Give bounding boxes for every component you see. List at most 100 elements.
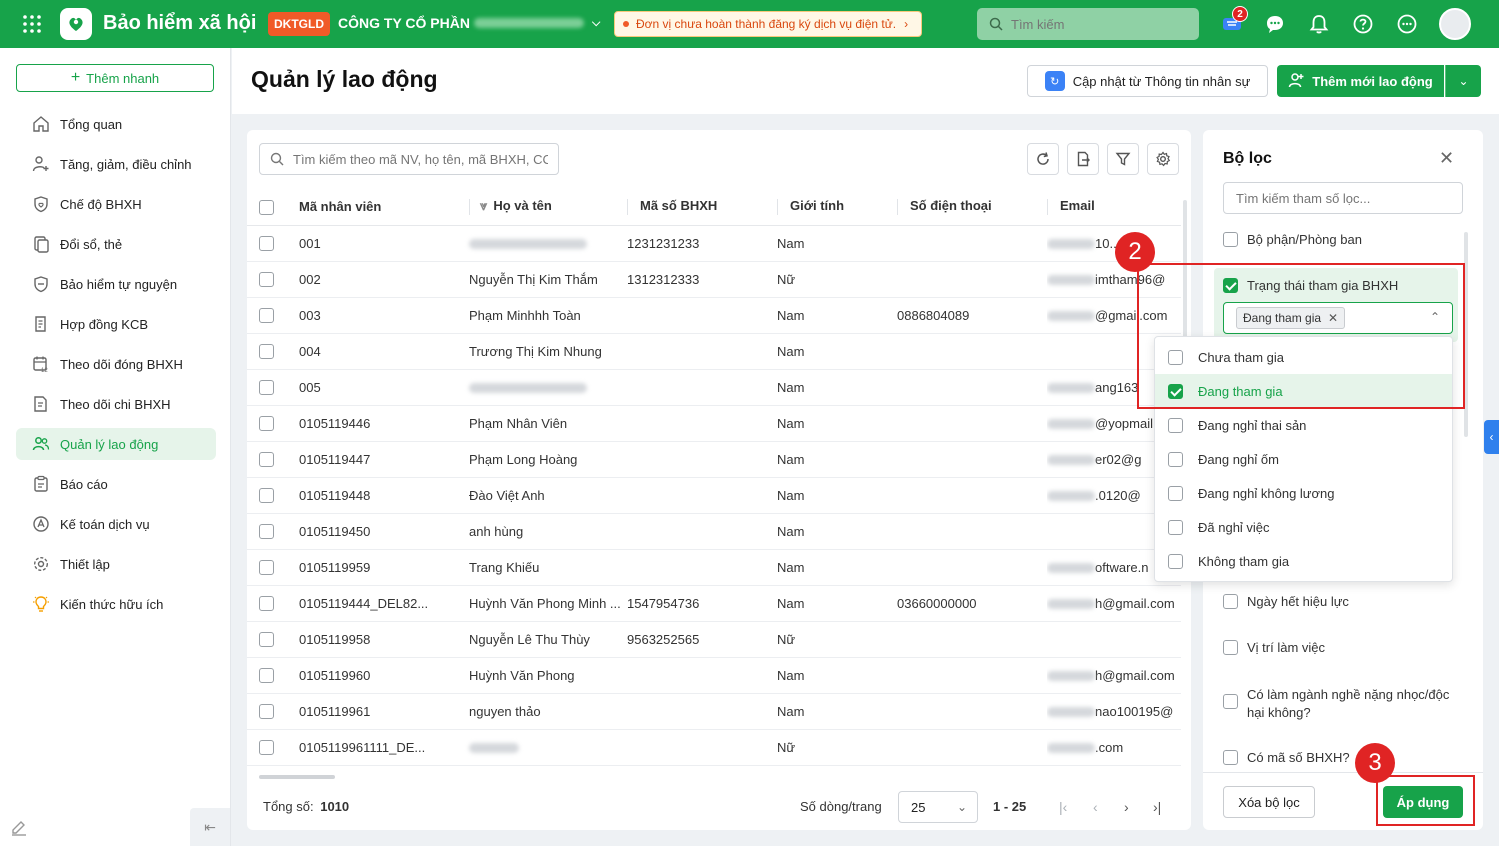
global-search-input[interactable] bbox=[1011, 16, 1181, 32]
table-search[interactable] bbox=[259, 143, 559, 175]
sidebar-item-7[interactable]: 12 Theo dõi đóng BHXH bbox=[16, 348, 216, 380]
first-page-icon[interactable]: |‹ bbox=[1059, 799, 1067, 815]
row-checkbox[interactable] bbox=[259, 308, 274, 324]
status-option-checkbox[interactable] bbox=[1168, 451, 1183, 467]
global-search[interactable] bbox=[977, 8, 1199, 40]
status-option-checkbox[interactable] bbox=[1168, 553, 1183, 569]
side-collapse-tab[interactable]: ‹ bbox=[1484, 420, 1499, 454]
more-icon[interactable] bbox=[1396, 13, 1418, 38]
sidebar-item-11[interactable]: Kế toán dịch vụ bbox=[16, 508, 216, 540]
filter-expiry-date-checkbox[interactable] bbox=[1223, 594, 1238, 609]
refresh-button[interactable] bbox=[1027, 143, 1059, 175]
table-row[interactable]: 0105119448 Đào Việt Anh Nam .0120@ bbox=[247, 477, 1181, 514]
table-row[interactable]: 0105119959 Trang Khiếu Nam oftware.n bbox=[247, 549, 1181, 586]
horizontal-scrollbar[interactable] bbox=[259, 775, 335, 779]
apps-grid-icon[interactable] bbox=[22, 14, 42, 34]
sidebar-item-1[interactable]: Tổng quan bbox=[16, 108, 216, 140]
row-checkbox[interactable] bbox=[259, 452, 274, 468]
sidebar-item-8[interactable]: Theo dõi chi BHXH bbox=[16, 388, 216, 420]
col-header-bhxh[interactable]: Mã số BHXH bbox=[627, 189, 777, 226]
filter-hazardous-job-checkbox[interactable] bbox=[1223, 694, 1238, 709]
row-checkbox[interactable] bbox=[259, 668, 274, 684]
row-checkbox[interactable] bbox=[259, 632, 274, 648]
col-header-code[interactable]: Mã nhân viên bbox=[287, 189, 457, 226]
next-page-icon[interactable]: › bbox=[1124, 799, 1129, 815]
table-row[interactable]: 0105119444_DEL82... Huỳnh Văn Phong Minh … bbox=[247, 585, 1181, 622]
filter-work-position-checkbox[interactable] bbox=[1223, 640, 1238, 655]
col-header-gender[interactable]: Giới tính bbox=[777, 189, 897, 226]
table-row[interactable]: 0105119961111_DE... Nữ .com bbox=[247, 729, 1181, 766]
col-header-name[interactable]: ⩔ Họ và tên bbox=[457, 189, 627, 226]
row-checkbox[interactable] bbox=[259, 740, 274, 756]
settings-button[interactable] bbox=[1147, 143, 1179, 175]
status-option-checkbox[interactable] bbox=[1168, 417, 1183, 433]
bell-icon[interactable] bbox=[1308, 13, 1330, 38]
close-icon[interactable]: ✕ bbox=[1439, 149, 1454, 167]
add-employee-button[interactable]: Thêm mới lao động bbox=[1277, 65, 1444, 97]
filter-department[interactable]: Bộ phận/Phòng ban bbox=[1223, 232, 1362, 247]
status-option-checkbox[interactable] bbox=[1168, 485, 1183, 501]
filter-search-input[interactable] bbox=[1223, 182, 1463, 214]
status-option[interactable]: Không tham gia bbox=[1155, 544, 1452, 578]
help-icon[interactable] bbox=[1352, 13, 1374, 38]
table-row[interactable]: 003 Phạm Minhhh Toàn Nam 0886804089 @gmail.c… bbox=[247, 297, 1181, 334]
table-row[interactable]: 0105119447 Phạm Long Hoàng Nam er02@g bbox=[247, 441, 1181, 478]
company-selector[interactable]: CÔNG TY CỔ PHẦN ⌵ bbox=[338, 15, 600, 31]
row-checkbox[interactable] bbox=[259, 488, 274, 504]
table-row[interactable]: 0105119958 Nguyễn Lê Thu Thùy 9563252565 Nữ bbox=[247, 621, 1181, 658]
status-option[interactable]: Đang nghỉ thai sản bbox=[1155, 408, 1452, 442]
filter-has-bhxh-code[interactable]: Có mã số BHXH? bbox=[1223, 750, 1350, 765]
table-row[interactable]: 004 Trương Thị Kim Nhung Nam bbox=[247, 333, 1181, 370]
col-header-phone[interactable]: Số điện thoại bbox=[897, 189, 1047, 226]
row-checkbox[interactable] bbox=[259, 272, 274, 288]
table-row[interactable]: 0011231231233Nam10...ail.co bbox=[247, 225, 1181, 262]
table-row[interactable]: 005 Nam ang163 bbox=[247, 369, 1181, 406]
row-checkbox[interactable] bbox=[259, 704, 274, 720]
sidebar-item-3[interactable]: Chế độ BHXH bbox=[16, 188, 216, 220]
chat-icon[interactable] bbox=[1264, 13, 1286, 38]
add-employee-dropdown[interactable]: ⌄ bbox=[1445, 65, 1481, 97]
filter-work-position[interactable]: Vị trí làm việc bbox=[1223, 640, 1325, 655]
clear-filter-button[interactable]: Xóa bộ lọc bbox=[1223, 786, 1315, 818]
table-row[interactable]: 0105119450 anh hùng Nam bbox=[247, 513, 1181, 550]
filter-expiry-date[interactable]: Ngày hết hiệu lực bbox=[1223, 594, 1349, 609]
status-option-checkbox[interactable] bbox=[1168, 519, 1183, 535]
sidebar-item-9[interactable]: Quản lý lao động bbox=[16, 428, 216, 460]
collapse-sidebar-button[interactable]: ⇤ bbox=[190, 808, 230, 846]
status-option[interactable]: Đang nghỉ không lương bbox=[1155, 476, 1452, 510]
sidebar-item-4[interactable]: Đổi sổ, thẻ bbox=[16, 228, 216, 260]
filter-has-bhxh-code-checkbox[interactable] bbox=[1223, 750, 1238, 765]
status-option[interactable]: Đã nghỉ việc bbox=[1155, 510, 1452, 544]
table-row[interactable]: 0105119446 Phạm Nhân Viên Nam @yopmail bbox=[247, 405, 1181, 442]
last-page-icon[interactable]: ›| bbox=[1153, 799, 1161, 815]
sidebar-item-13[interactable]: Kiến thức hữu ích bbox=[16, 588, 216, 620]
row-checkbox[interactable] bbox=[259, 236, 274, 252]
row-checkbox[interactable] bbox=[259, 416, 274, 432]
table-row[interactable]: 0105119961 nguyen thảo Nam nao100195@ bbox=[247, 693, 1181, 730]
sidebar-item-2[interactable]: Tăng, giảm, điều chỉnh bbox=[16, 148, 216, 180]
sidebar-item-6[interactable]: Hợp đồng KCB bbox=[16, 308, 216, 340]
filter-department-checkbox[interactable] bbox=[1223, 232, 1238, 247]
select-all-checkbox[interactable] bbox=[259, 199, 274, 215]
filter-button[interactable] bbox=[1107, 143, 1139, 175]
sidebar-item-10[interactable]: Báo cáo bbox=[16, 468, 216, 500]
sync-hr-button[interactable]: ↻ Cập nhật từ Thông tin nhân sự bbox=[1027, 65, 1268, 97]
row-checkbox[interactable] bbox=[259, 380, 274, 396]
row-checkbox[interactable] bbox=[259, 596, 274, 612]
status-option[interactable]: Đang nghỉ ốm bbox=[1155, 442, 1452, 476]
table-row[interactable]: 002 Nguyễn Thị Kim Thắm 1312312333 Nữ imtham… bbox=[247, 261, 1181, 298]
avatar[interactable] bbox=[1439, 8, 1471, 40]
row-checkbox[interactable] bbox=[259, 524, 274, 540]
prev-page-icon[interactable]: ‹ bbox=[1093, 799, 1098, 815]
cart-icon[interactable]: 2 bbox=[1221, 6, 1248, 35]
row-checkbox[interactable] bbox=[259, 344, 274, 360]
row-checkbox[interactable] bbox=[259, 560, 274, 576]
quick-add-button[interactable]: + Thêm nhanh bbox=[16, 64, 214, 92]
sidebar-item-12[interactable]: Thiết lập bbox=[16, 548, 216, 580]
col-header-email[interactable]: Email bbox=[1047, 189, 1181, 226]
sidebar-item-5[interactable]: Bảo hiểm tự nguyện bbox=[16, 268, 216, 300]
edit-note-icon[interactable] bbox=[10, 818, 28, 839]
rows-per-page-select[interactable]: 25 ⌄ bbox=[898, 791, 978, 823]
registration-notice[interactable]: Đơn vị chưa hoàn thành đăng ký dịch vụ đ… bbox=[614, 11, 922, 37]
table-row[interactable]: 0105119960 Huỳnh Văn Phong Nam h@gmail.com bbox=[247, 657, 1181, 694]
